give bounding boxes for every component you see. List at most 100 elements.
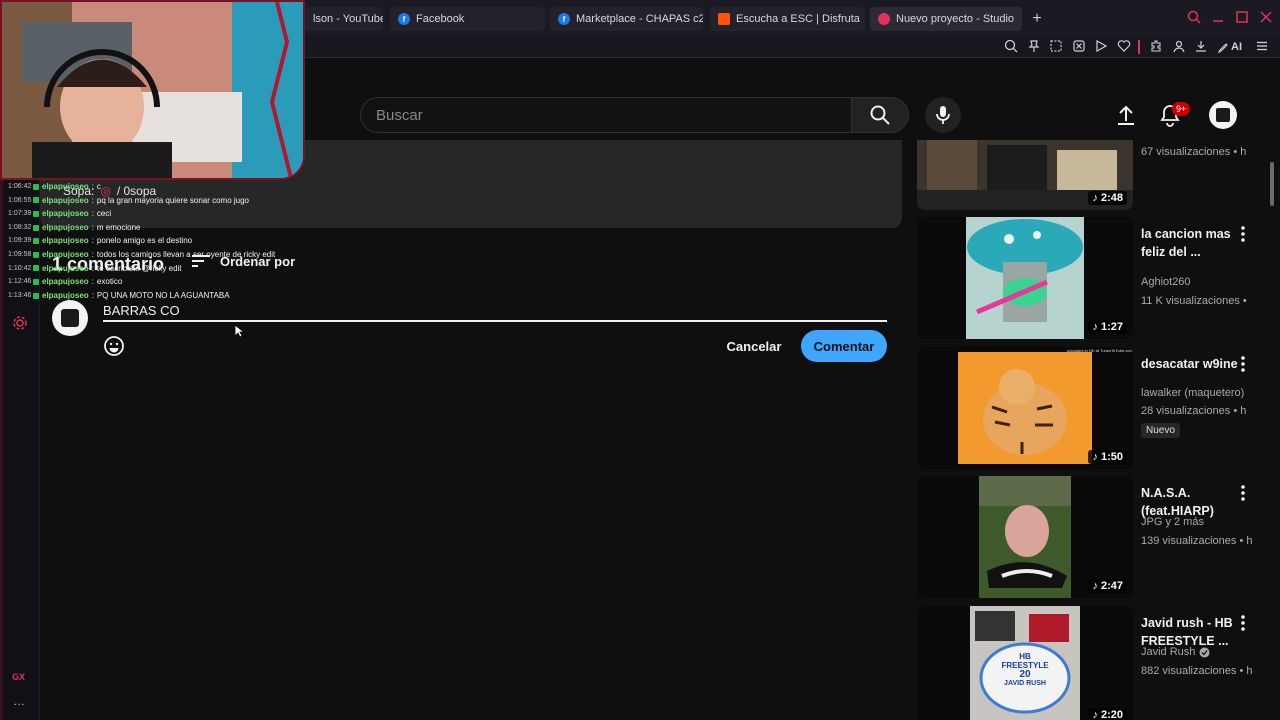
download-icon[interactable] bbox=[1193, 39, 1209, 55]
video-views: 67 visualizaciones • h bbox=[1141, 146, 1247, 158]
chat-text: exotico bbox=[96, 277, 123, 287]
verified-icon bbox=[1199, 647, 1210, 657]
more-options-icon[interactable] bbox=[1237, 614, 1249, 632]
chat-text: pq la gran mayoria quiere sonar como jug… bbox=[96, 195, 250, 205]
play-icon[interactable] bbox=[1093, 39, 1109, 55]
chat-separator: : bbox=[91, 249, 94, 259]
webcam-overlay bbox=[0, 0, 305, 180]
maximize-icon[interactable] bbox=[1234, 10, 1250, 26]
video-title[interactable]: desacatar w9ine bbox=[1141, 355, 1241, 373]
moderator-badge-icon bbox=[33, 292, 39, 299]
chat-separator: : bbox=[91, 290, 94, 300]
scrollbar-thumb[interactable] bbox=[1270, 162, 1274, 206]
more-options-icon[interactable] bbox=[1237, 225, 1249, 243]
video-title[interactable]: la cancion mas feliz del ... bbox=[1141, 225, 1241, 261]
moderator-badge-icon bbox=[33, 210, 39, 217]
tab-youtube[interactable]: lson - YouTube bbox=[305, 7, 383, 31]
tab-label: Facebook bbox=[416, 13, 465, 25]
music-note-icon: ♪ bbox=[1092, 451, 1098, 463]
emoji-icon[interactable] bbox=[103, 335, 125, 357]
channel-name[interactable]: JPG y 2 más bbox=[1141, 516, 1204, 528]
tab-marketplace[interactable]: f Marketplace - CHAPAS c2 bbox=[550, 7, 703, 31]
chat-message: 1:09:39 elpapujoseo: ponelo amigo es el de… bbox=[8, 234, 308, 248]
chat-username: elpapujoseo bbox=[42, 290, 89, 300]
channel-name-row[interactable]: Javid Rush bbox=[1141, 646, 1210, 658]
chat-separator: : bbox=[91, 236, 94, 246]
upload-icon bbox=[1118, 105, 1134, 125]
chat-separator: : bbox=[91, 182, 94, 191]
channel-name[interactable]: lawalker (maquetero) bbox=[1141, 387, 1244, 399]
cancel-button[interactable]: Cancelar bbox=[716, 330, 792, 362]
chat-message: 1:10:42 elpapujoseo: te escribiste @ricky … bbox=[8, 262, 308, 276]
channel-name[interactable]: Aghiot260 bbox=[1141, 276, 1191, 288]
chat-username: elpapujoseo bbox=[42, 182, 89, 191]
settings-icon[interactable] bbox=[12, 315, 28, 331]
video-title[interactable]: N.A.S.A. (feat.HIARP) bbox=[1141, 484, 1241, 520]
chat-text: m emocione bbox=[96, 222, 141, 232]
search-input[interactable] bbox=[376, 106, 852, 124]
screenshot-icon[interactable] bbox=[1048, 39, 1064, 55]
chat-message: 1:13:46 elpapujoseo: PQ UNA MOTO NO LA AGU… bbox=[8, 289, 308, 303]
more-options-icon[interactable] bbox=[1237, 355, 1249, 373]
duration-label: 2:20 bbox=[1100, 709, 1123, 720]
block-icon[interactable] bbox=[1071, 39, 1087, 55]
chat-username: elpapujoseo bbox=[42, 195, 89, 205]
recommendation-item[interactable]: ♪ 2:47 N.A.S.A. (feat.HIARP) JPG y 2 más … bbox=[917, 476, 1267, 598]
video-thumbnail[interactable]: ♪ 2:47 bbox=[917, 476, 1133, 598]
tab-label: Escucha a ESC | Disfruta bbox=[736, 13, 860, 25]
chat-text: PQ UNA MOTO NO LA AGUANTABA bbox=[96, 290, 230, 300]
tab-soundcloud[interactable]: Escucha a ESC | Disfruta bbox=[710, 7, 865, 31]
recommendation-item[interactable]: uploaded in HD at TunesToTube.com ♪ 1:50 … bbox=[917, 347, 1267, 469]
video-thumbnail[interactable]: ♪ 1:27 bbox=[917, 217, 1133, 339]
menu-icon[interactable] bbox=[1254, 39, 1270, 55]
moderator-badge-icon bbox=[33, 197, 39, 204]
search-tabs-icon[interactable] bbox=[1186, 10, 1202, 26]
video-thumbnail[interactable]: uploaded in HD at TunesToTube.com ♪ 1:50 bbox=[917, 347, 1133, 469]
comment-submit-button[interactable]: Comentar bbox=[801, 330, 887, 362]
extensions-icon[interactable] bbox=[1148, 39, 1164, 55]
video-views: 882 visualizaciones • h bbox=[1141, 665, 1253, 677]
comment-avatar bbox=[52, 300, 88, 336]
pin-icon[interactable] bbox=[1026, 39, 1042, 55]
duration-label: 1:50 bbox=[1100, 451, 1123, 463]
microphone-icon bbox=[936, 106, 950, 124]
recommendation-item[interactable]: ♪ 2:48 67 visualizaciones • h bbox=[917, 140, 1267, 210]
recommendation-item[interactable]: ♪ 1:27 la cancion mas feliz del ... Aghio… bbox=[917, 217, 1267, 339]
avatar-logo-icon bbox=[1216, 108, 1230, 122]
channel-name: Javid Rush bbox=[1141, 646, 1196, 658]
minimize-icon[interactable] bbox=[1210, 10, 1226, 26]
video-thumbnail[interactable]: HB FREESTYLE 20 JAVID RUSH ♪ 2:20 bbox=[917, 606, 1133, 720]
new-tab-button[interactable]: + bbox=[1028, 10, 1046, 28]
cake-text-line: JAVID RUSH bbox=[1004, 680, 1046, 687]
tab-facebook[interactable]: f Facebook bbox=[390, 7, 545, 31]
more-options-icon[interactable] bbox=[1237, 484, 1249, 502]
zoom-icon[interactable] bbox=[1003, 39, 1019, 55]
upload-button[interactable] bbox=[1112, 101, 1140, 129]
chat-message: 1:08:32 elpapujoseo: m emocione bbox=[8, 221, 308, 235]
comment-input[interactable] bbox=[103, 300, 887, 320]
video-title[interactable]: Javid rush - HB FREESTYLE ... bbox=[1141, 614, 1241, 650]
chat-separator: : bbox=[91, 263, 94, 273]
account-icon[interactable] bbox=[1171, 39, 1187, 55]
recommendation-item[interactable]: HB FREESTYLE 20 JAVID RUSH ♪ 2:20 Javid r… bbox=[917, 606, 1267, 720]
search-icon bbox=[870, 105, 890, 125]
facebook-icon: f bbox=[558, 13, 570, 25]
studio-icon bbox=[878, 13, 890, 25]
chat-separator: : bbox=[91, 222, 94, 232]
search-box[interactable] bbox=[360, 97, 852, 133]
search-button[interactable] bbox=[851, 97, 909, 133]
close-icon[interactable] bbox=[1258, 10, 1274, 26]
video-thumbnail[interactable]: ♪ 2:48 bbox=[917, 140, 1133, 210]
chat-message: 1:06:55 elpapujoseo: pq la gran mayoria qu… bbox=[8, 194, 308, 208]
chat-username: elpapujoseo bbox=[42, 222, 89, 232]
avatar[interactable] bbox=[1209, 101, 1237, 129]
voice-search-button[interactable] bbox=[925, 97, 961, 133]
moderator-badge-icon bbox=[33, 238, 39, 245]
ai-button[interactable]: AI bbox=[1218, 39, 1242, 55]
tab-studio[interactable]: Nuevo proyecto - Studio bbox=[870, 7, 1022, 31]
toolbar-divider bbox=[1138, 40, 1140, 54]
comment-input-underline bbox=[103, 320, 887, 322]
chat-message: 1:07:39 elpapujoseo: ceci bbox=[8, 207, 308, 221]
gx-more-icon[interactable]: … bbox=[13, 694, 25, 708]
heart-icon[interactable] bbox=[1116, 39, 1132, 55]
